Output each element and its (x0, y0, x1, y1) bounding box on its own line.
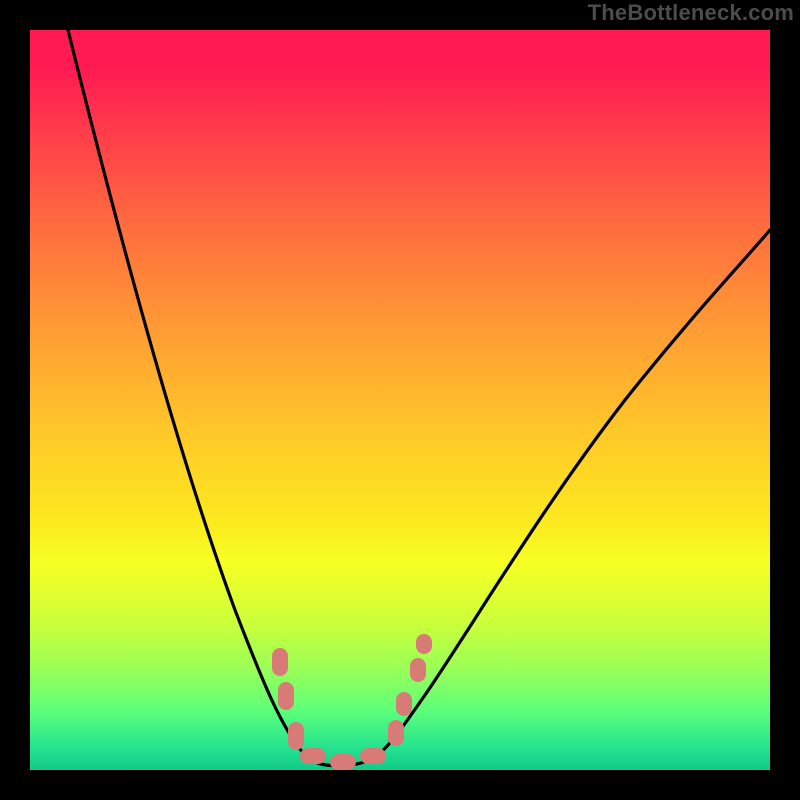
data-markers (272, 634, 432, 770)
bottleneck-curve (30, 30, 770, 770)
plot-area (30, 30, 770, 770)
curve-path (68, 30, 770, 766)
brand-watermark: TheBottleneck.com (588, 2, 794, 24)
chart-frame: TheBottleneck.com (0, 0, 800, 800)
